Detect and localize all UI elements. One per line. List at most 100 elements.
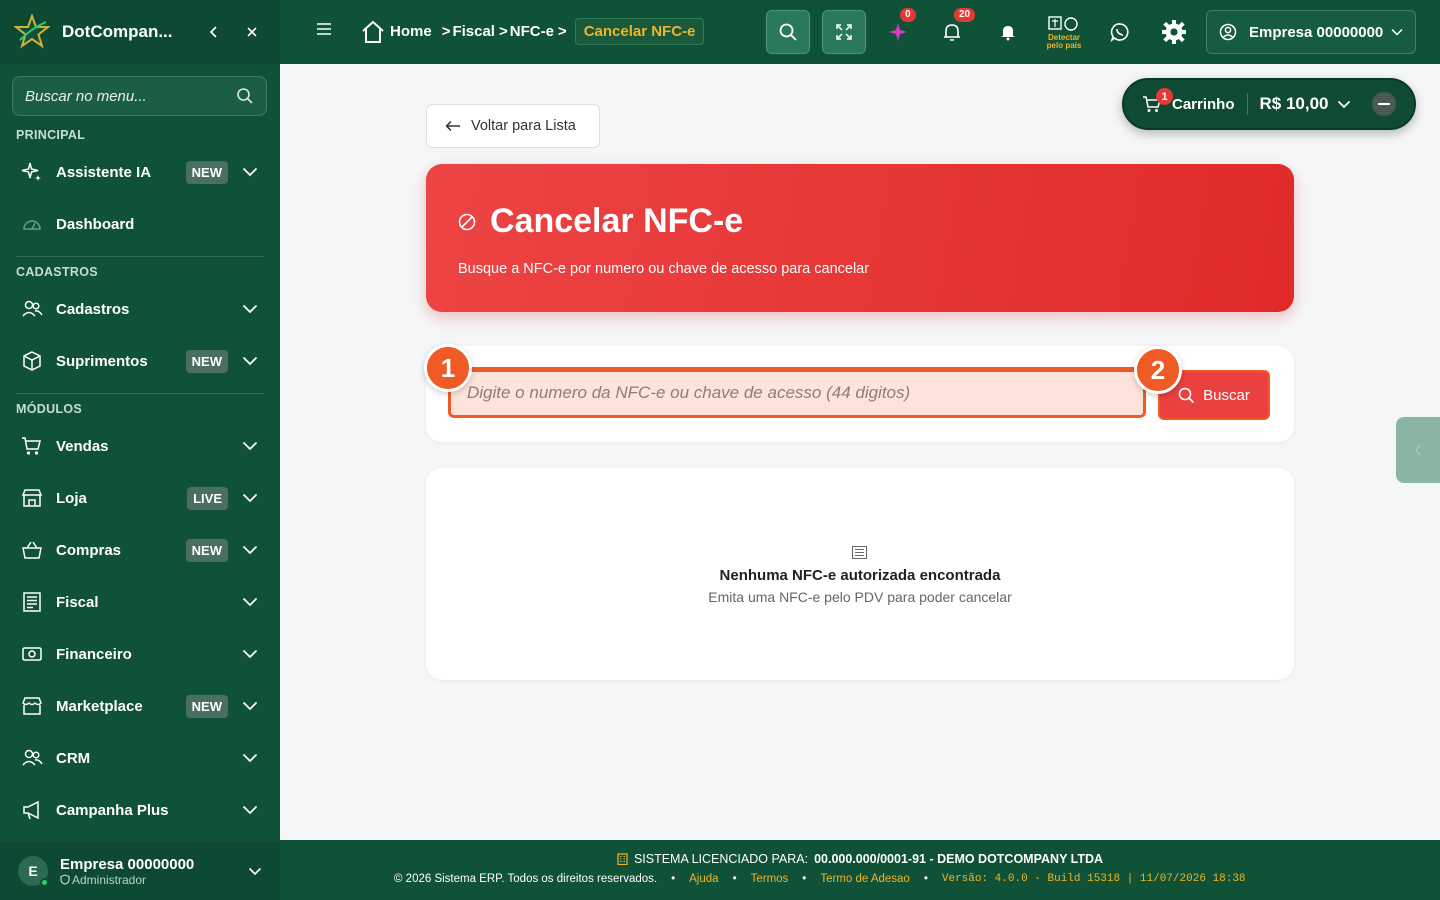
sidebar-item-label: Assistente IA bbox=[56, 163, 152, 181]
global-search-button[interactable] bbox=[766, 10, 810, 54]
sidebar-item-loja[interactable]: Loja LIVE bbox=[0, 476, 280, 520]
separator-dot: • bbox=[802, 873, 807, 885]
footer-link-termo-adesao[interactable]: Termo de Adesao bbox=[820, 873, 910, 885]
sidebar-item-vendas[interactable]: Vendas bbox=[0, 424, 280, 468]
user-circle-icon bbox=[1219, 23, 1237, 41]
sidebar-item-cadastros[interactable]: Cadastros bbox=[0, 287, 280, 331]
company-selector[interactable]: Empresa 00000000 bbox=[1206, 10, 1416, 54]
back-to-list-button[interactable]: Voltar para Lista bbox=[426, 104, 600, 148]
step-marker-1: 1 bbox=[424, 344, 472, 392]
gear-icon bbox=[1162, 20, 1186, 44]
list-icon bbox=[852, 546, 867, 559]
section-principal: PRINCIPAL bbox=[16, 128, 86, 142]
breadcrumb-separator: > bbox=[498, 23, 508, 40]
chevron-down-icon bbox=[242, 493, 258, 503]
breadcrumb-home[interactable]: Home bbox=[390, 23, 432, 40]
footer: SISTEMA LICENCIADO PARA: 00.000.000/0001… bbox=[280, 840, 1440, 900]
translate-icon bbox=[1048, 15, 1078, 31]
page-title-text: Cancelar NFC-e bbox=[490, 202, 744, 240]
sidebar-item-label: Vendas bbox=[56, 437, 109, 455]
sidebar-item-suprimentos[interactable]: Suprimentos NEW bbox=[0, 339, 280, 383]
star-logo-icon bbox=[14, 14, 50, 49]
sidebar-item-label: Fiscal bbox=[56, 593, 99, 611]
chevron-down-icon bbox=[242, 805, 258, 815]
step-marker-2: 2 bbox=[1134, 346, 1182, 394]
sparkles-icon bbox=[20, 160, 44, 184]
license-value: 00.000.000/0001-91 - DEMO DOTCOMPANY LTD… bbox=[814, 852, 1104, 866]
sidebar-item-assistente-ia[interactable]: Assistente IA NEW bbox=[0, 150, 280, 194]
chevron-down-icon bbox=[242, 167, 258, 177]
user-role-label: Administrador bbox=[72, 872, 147, 887]
alerts-button[interactable] bbox=[986, 10, 1030, 54]
megaphone-icon bbox=[20, 798, 44, 822]
section-cadastros: CADASTROS bbox=[16, 265, 98, 279]
empty-state-subtitle: Emita uma NFC-e pelo PDV para poder canc… bbox=[708, 589, 1012, 605]
chevron-down-icon bbox=[242, 701, 258, 711]
close-sidebar-button[interactable] bbox=[238, 18, 266, 46]
sidebar-item-label: Cadastros bbox=[56, 300, 130, 318]
cash-icon bbox=[20, 642, 44, 666]
breadcrumb-nfce[interactable]: NFC-e bbox=[510, 23, 554, 40]
sidebar-item-fiscal[interactable]: Fiscal bbox=[0, 580, 280, 624]
minus-icon bbox=[1378, 103, 1390, 105]
empty-state-title: Nenhuma NFC-e autorizada encontrada bbox=[719, 567, 1001, 584]
side-panel-toggle[interactable] bbox=[1396, 417, 1440, 483]
basket-icon bbox=[20, 538, 44, 562]
chevron-down-icon[interactable] bbox=[1337, 100, 1351, 109]
sidebar: DotCompan... PRINCIPAL Assistente IA NEW… bbox=[0, 0, 280, 900]
avatar: E bbox=[18, 856, 49, 887]
whatsapp-button[interactable] bbox=[1098, 10, 1142, 54]
shield-icon bbox=[60, 874, 70, 885]
detect-country-button[interactable]: Detectar pelo país bbox=[1042, 10, 1086, 54]
page-title: Cancelar NFC-e bbox=[458, 202, 743, 241]
sidebar-item-campanha-plus[interactable]: Campanha Plus bbox=[0, 788, 280, 832]
chevron-down-icon bbox=[242, 649, 258, 659]
divider bbox=[16, 256, 264, 257]
chevron-down-icon bbox=[242, 304, 258, 314]
chevron-left-icon bbox=[1415, 444, 1421, 456]
user-name: Empresa 00000000 bbox=[60, 855, 195, 873]
user-role: Administrador bbox=[60, 873, 248, 887]
sidebar-item-compras[interactable]: Compras NEW bbox=[0, 528, 280, 572]
sparkle-icon bbox=[889, 23, 907, 41]
cart-widget[interactable]: 1 Carrinho R$ 10,00 bbox=[1122, 78, 1416, 130]
hamburger-icon bbox=[317, 23, 331, 35]
sidebar-item-crm[interactable]: CRM bbox=[0, 736, 280, 780]
breadcrumb-fiscal[interactable]: Fiscal bbox=[452, 23, 495, 40]
sidebar-item-label: Financeiro bbox=[56, 645, 132, 663]
sidebar-header: DotCompan... bbox=[0, 0, 280, 64]
new-badge: NEW bbox=[185, 349, 228, 373]
expand-icon bbox=[836, 24, 852, 40]
notifications-button[interactable]: 20 bbox=[930, 8, 976, 54]
hamburger-menu-button[interactable] bbox=[316, 22, 332, 36]
fullscreen-button[interactable] bbox=[822, 10, 866, 54]
footer-link-ajuda[interactable]: Ajuda bbox=[689, 873, 718, 885]
users-icon bbox=[20, 297, 44, 321]
sidebar-item-dashboard[interactable]: Dashboard bbox=[0, 202, 280, 246]
notifications-count-badge: 20 bbox=[954, 8, 976, 22]
footer-link-termos[interactable]: Termos bbox=[751, 873, 789, 885]
version-info: Versão: 4.0.0 - Build 15318 | 11/07/2026… bbox=[941, 873, 1246, 885]
chevron-left-icon bbox=[209, 26, 217, 38]
breadcrumb: Home > Fiscal > NFC-e > Cancelar NFC-e bbox=[360, 18, 705, 45]
search-icon[interactable] bbox=[236, 87, 254, 105]
chevron-down-icon bbox=[242, 441, 258, 451]
avatar-initial: E bbox=[28, 863, 38, 879]
sidebar-item-label: CRM bbox=[56, 749, 91, 767]
menu-search-input[interactable] bbox=[25, 87, 236, 105]
back-to-list-label: Voltar para Lista bbox=[471, 118, 576, 134]
license-line: SISTEMA LICENCIADO PARA: 00.000.000/0001… bbox=[280, 852, 1440, 866]
receipt-icon bbox=[20, 590, 44, 614]
user-panel[interactable]: E Empresa 00000000 Administrador bbox=[0, 842, 280, 900]
divider bbox=[16, 393, 264, 394]
sidebar-item-financeiro[interactable]: Financeiro bbox=[0, 632, 280, 676]
collapse-sidebar-button[interactable] bbox=[200, 18, 228, 46]
minimize-cart-button[interactable] bbox=[1372, 92, 1396, 116]
settings-button[interactable] bbox=[1152, 10, 1196, 54]
sidebar-item-marketplace[interactable]: Marketplace NEW bbox=[0, 684, 280, 728]
cancel-icon bbox=[458, 213, 476, 230]
nfce-search-input[interactable] bbox=[448, 368, 1146, 418]
gauge-icon bbox=[20, 212, 44, 236]
box-icon bbox=[20, 349, 44, 373]
ai-assistant-button[interactable]: 0 bbox=[876, 8, 920, 54]
